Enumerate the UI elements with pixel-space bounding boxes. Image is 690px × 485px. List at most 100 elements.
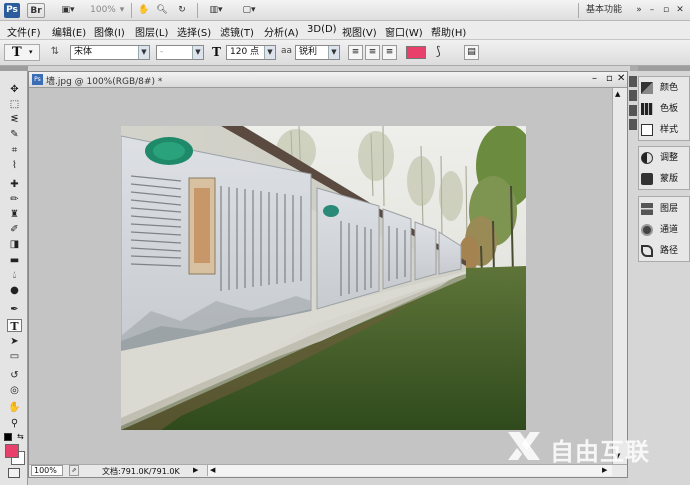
align-left-icon[interactable]: ≡ <box>348 45 363 60</box>
align-center-icon[interactable]: ≡ <box>365 45 380 60</box>
clone-stamp-tool-icon[interactable]: ♜ <box>7 208 22 221</box>
panel-swatches[interactable]: 色板 <box>638 99 688 119</box>
arrange-documents-button[interactable]: ▥▾ <box>203 3 229 18</box>
type-tool-icon: T <box>12 45 22 60</box>
view-extras-button[interactable]: ▣▾ <box>54 3 82 18</box>
zoom-tool-icon[interactable]: ⚲ <box>7 417 22 430</box>
chevron-down-icon[interactable]: ▾ <box>118 3 126 18</box>
shape-tool-icon[interactable]: ▭ <box>7 350 22 363</box>
font-family-value: 宋体 <box>74 47 93 57</box>
menu-file[interactable]: 文件(F) <box>7 24 41 39</box>
text-color-swatch[interactable] <box>406 46 426 59</box>
menu-select[interactable]: 选择(S) <box>177 24 211 39</box>
menu-filter[interactable]: 滤镜(T) <box>220 24 254 39</box>
sidebar-item-tools[interactable] <box>629 105 637 116</box>
eyedropper-tool-icon[interactable]: ⌇ <box>7 159 22 172</box>
zoom-level-dropdown[interactable]: 100% <box>88 3 118 18</box>
document-title: 墙.jpg @ 100%(RGB/8#) * <box>46 77 163 87</box>
sidebar-item-tools[interactable] <box>629 119 637 130</box>
antialias-select[interactable]: 锐利 ▼ <box>295 45 340 60</box>
foreground-color-swatch[interactable] <box>5 444 19 458</box>
zoom-tool-icon[interactable]: 🔍︎ <box>155 3 169 18</box>
swatches-icon <box>641 103 653 115</box>
menu-edit[interactable]: 编辑(E) <box>52 24 86 39</box>
scroll-up-icon[interactable]: ▲ <box>615 90 620 98</box>
menu-layer[interactable]: 图层(L) <box>135 24 168 39</box>
eraser-tool-icon[interactable]: ◨ <box>7 238 22 251</box>
watermark-logo: 自由互联 <box>504 426 684 466</box>
warp-text-icon[interactable]: ⟆ <box>436 44 450 61</box>
zoom-field[interactable]: 100% <box>31 465 63 476</box>
dodge-tool-icon[interactable]: ● <box>7 284 22 297</box>
swap-colors-icon[interactable]: ⇆ <box>17 432 24 441</box>
brush-tool-icon[interactable]: ✏ <box>7 193 22 206</box>
align-right-icon[interactable]: ≡ <box>382 45 397 60</box>
hand-tool-icon[interactable]: ✋ <box>7 401 22 414</box>
gradient-tool-icon[interactable]: ▬ <box>7 254 22 267</box>
scroll-right-icon[interactable]: ▶ <box>602 466 607 474</box>
panel-styles[interactable]: 样式 <box>638 120 688 140</box>
sidebar-item-tools[interactable] <box>629 90 637 101</box>
canvas-area[interactable] <box>29 88 612 464</box>
3d-rotate-tool-icon[interactable]: ↺ <box>7 369 22 382</box>
blur-tool-icon[interactable]: 💧︎ <box>7 269 22 282</box>
menu-image[interactable]: 图像(I) <box>94 24 125 39</box>
3d-orbit-tool-icon[interactable]: ◎ <box>7 384 22 397</box>
menu-analysis[interactable]: 分析(A) <box>264 24 299 39</box>
panel-adjustments[interactable]: 调整 <box>638 148 688 168</box>
font-size-select[interactable]: 120 点 ▼ <box>226 45 276 60</box>
restore-icon[interactable]: ▫ <box>660 3 672 18</box>
menu-3d[interactable]: 3D(D) <box>307 24 337 35</box>
canvas-image[interactable] <box>121 126 526 430</box>
crop-tool-icon[interactable]: ⌗ <box>7 144 22 157</box>
panel-channels[interactable]: 通道 <box>638 220 688 240</box>
path-selection-tool-icon[interactable]: ➤ <box>7 335 22 348</box>
restore-icon[interactable]: ▫ <box>606 73 613 84</box>
history-brush-tool-icon[interactable]: ✐ <box>7 223 22 236</box>
hand-tool-icon[interactable]: ✋ <box>137 3 151 18</box>
tools-panel: ✥ ⬚ ᓬ ✎ ⌗ ⌇ ✚ ✏ ♜ ✐ ◨ ▬ 💧︎ ● ✒ T ➤ ▭ ↺ ◎… <box>0 66 28 485</box>
bridge-button[interactable]: Br <box>27 3 45 18</box>
lasso-tool-icon[interactable]: ᓬ <box>7 113 22 126</box>
menu-view[interactable]: 视图(V) <box>342 24 377 39</box>
sidebar-item-tools[interactable] <box>629 76 637 87</box>
scroll-left-icon[interactable]: ◀ <box>210 466 215 474</box>
type-tool-icon[interactable]: T <box>7 319 22 333</box>
minimize-icon[interactable]: – <box>592 73 597 84</box>
font-style-select[interactable]: - ▼ <box>156 45 204 60</box>
photoshop-window: Ps Br ▣▾ 100% ▾ ✋ 🔍︎ ↻ ▥▾ ▢▾ 基本功能 » – ▫ … <box>0 0 690 485</box>
document-tab[interactable]: Ps 墙.jpg @ 100%(RGB/8#) * – ▫ ✕ <box>29 72 627 88</box>
document-info: 文档:791.0K/791.0K <box>102 467 180 476</box>
panel-paths[interactable]: 路径 <box>638 241 688 261</box>
healing-brush-tool-icon[interactable]: ✚ <box>7 178 22 191</box>
move-tool-icon[interactable]: ✥ <box>7 83 22 96</box>
collapse-grip[interactable] <box>630 66 638 71</box>
menu-window[interactable]: 窗口(W) <box>385 24 423 39</box>
status-menu-icon[interactable]: ▶ <box>193 465 203 476</box>
export-icon[interactable]: ⇗ <box>69 465 79 476</box>
panel-grip[interactable] <box>0 66 27 71</box>
screen-mode-button[interactable]: ▢▾ <box>236 3 262 18</box>
marquee-tool-icon[interactable]: ⬚ <box>7 98 22 111</box>
quick-mask-icon[interactable] <box>8 468 20 478</box>
character-panel-icon[interactable]: ▤ <box>464 45 479 60</box>
rotate-view-icon[interactable]: ↻ <box>175 3 189 18</box>
menu-help[interactable]: 帮助(H) <box>431 24 466 39</box>
workspace-switcher[interactable]: 基本功能 <box>586 3 634 18</box>
panel-layers[interactable]: 图层 <box>638 199 688 219</box>
pen-tool-icon[interactable]: ✒ <box>7 303 22 316</box>
default-colors-icon[interactable] <box>4 433 12 441</box>
text-orientation-icon[interactable]: ⇅ <box>47 46 63 60</box>
color-icon <box>641 82 653 94</box>
panel-grip[interactable] <box>638 66 690 71</box>
panel-masks[interactable]: 蒙版 <box>638 169 688 189</box>
close-icon[interactable]: ✕ <box>617 73 625 84</box>
quick-select-tool-icon[interactable]: ✎ <box>7 128 22 141</box>
chevron-double-icon[interactable]: » <box>634 3 644 18</box>
minimize-icon[interactable]: – <box>646 3 658 18</box>
vertical-scrollbar[interactable]: ▲ ▼ <box>612 88 627 464</box>
panel-color[interactable]: 颜色 <box>638 78 688 98</box>
close-icon[interactable]: ✕ <box>674 3 686 18</box>
font-family-select[interactable]: 宋体 ▼ <box>70 45 150 60</box>
tool-preset-picker[interactable]: T ▾ <box>4 44 40 61</box>
